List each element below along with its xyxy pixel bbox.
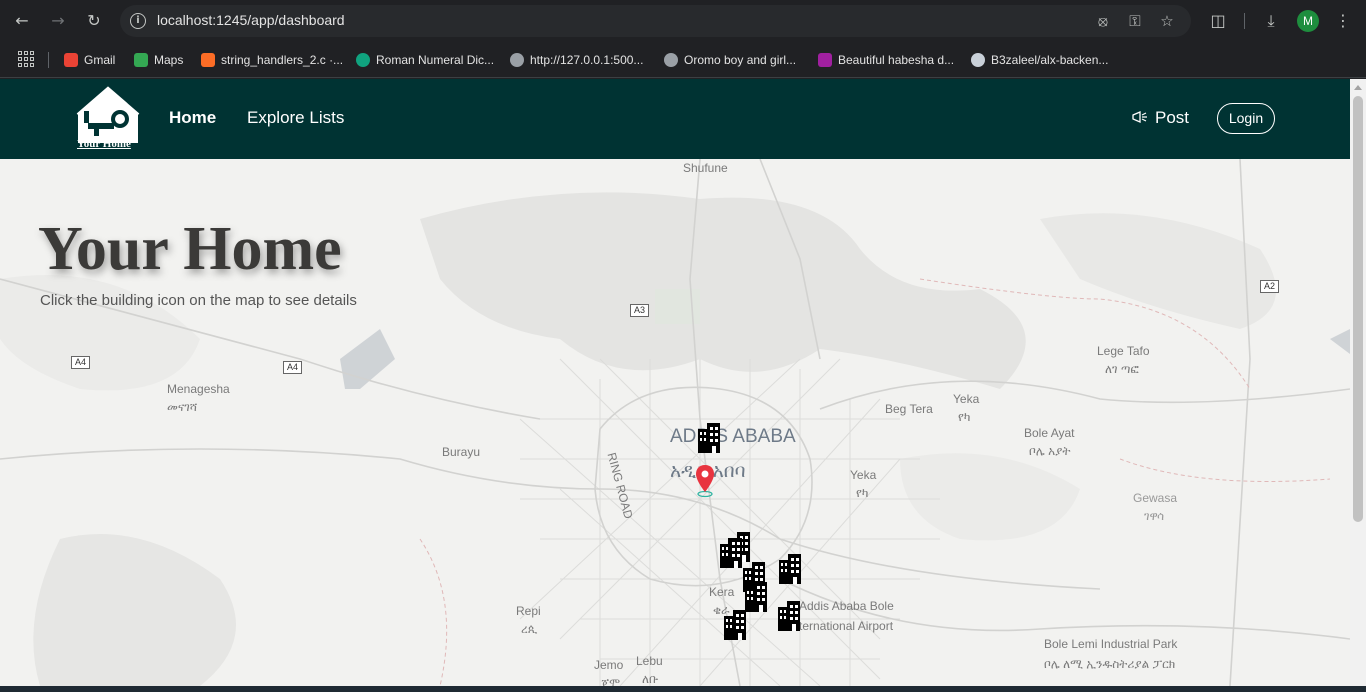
map-label: የካ (856, 486, 869, 500)
gitlab-icon (201, 53, 215, 67)
bookmark-localhost[interactable]: http://127.0.0.1:500... (510, 50, 643, 70)
map-label: Repi (516, 604, 541, 618)
map-label: Gewasa (1133, 491, 1178, 505)
map-label: መናገሻ (167, 400, 198, 414)
location-off-icon[interactable]: ⦻ (1093, 11, 1113, 31)
page-scrollbar[interactable] (1350, 79, 1366, 686)
site-navbar: Your Home Home Explore Lists Post Login (0, 79, 1350, 159)
nav-explore-lists[interactable]: Explore Lists (247, 108, 344, 128)
bookmarks-divider (48, 52, 49, 68)
gmail-icon (64, 53, 78, 67)
hero-title: Your Home (38, 215, 342, 283)
download-icon[interactable]: ⤓ (1260, 10, 1282, 32)
map-label: ለቡ (642, 672, 659, 686)
bookmark-label: B3zaleel/alx-backen... (991, 53, 1109, 67)
os-taskbar-edge (0, 686, 1366, 692)
page-viewport: Your Home Home Explore Lists Post Login (0, 79, 1350, 686)
maps-icon (134, 53, 148, 67)
bookmark-label: Maps (154, 53, 184, 67)
bookmark-label: Gmail (84, 53, 116, 67)
key-icon[interactable]: ⚿ (1125, 11, 1145, 31)
bookmark-gitlab[interactable]: string_handlers_2.c ·... (201, 50, 343, 70)
toolbar-divider (1244, 13, 1245, 29)
browser-toolbar: ← → ↻ i localhost:1245/app/dashboard ⦻ ⚿… (0, 0, 1366, 42)
road-shield-a4: A4 (71, 356, 91, 369)
post-label: Post (1155, 108, 1190, 127)
road-shield-a2: A2 (1260, 280, 1280, 293)
map-label: Burayu (442, 445, 481, 459)
post-megaphone-icon (1132, 111, 1147, 123)
road-shield-a4: A4 (283, 361, 303, 374)
building-icon[interactable] (722, 608, 748, 640)
forward-icon[interactable]: → (46, 9, 70, 33)
bookmark-chatgpt[interactable]: Roman Numeral Dic... (356, 50, 494, 70)
bookmark-label: Beautiful habesha d... (838, 53, 955, 67)
building-icon[interactable] (743, 580, 769, 612)
city-label: ADDIS ABABA (670, 426, 796, 447)
back-icon[interactable]: ← (10, 9, 34, 33)
map-label: Bole Lemi Industrial Park (1044, 637, 1178, 651)
map-label: ቦሌ ለሚ ኢንዱስትሪያል ፓርክ (1044, 657, 1176, 671)
map-label: Lege Tafo (1097, 344, 1150, 358)
bag-icon (818, 53, 832, 67)
hero-subtitle: Click the building icon on the map to se… (40, 292, 357, 309)
profile-avatar[interactable]: M (1297, 10, 1319, 32)
map-label: የካ (958, 410, 971, 424)
logo-text[interactable]: Your Home (77, 138, 131, 150)
star-icon[interactable]: ☆ (1157, 11, 1177, 31)
post-link[interactable]: Post (1131, 108, 1189, 128)
road-shield-a3: A3 (630, 304, 650, 317)
building-icon[interactable] (777, 552, 803, 584)
url-text[interactable]: localhost:1245/app/dashboard (157, 12, 345, 28)
bookmark-habesha[interactable]: Beautiful habesha d... (818, 50, 954, 70)
map-label: ለገ ጣፎ (1105, 362, 1139, 376)
bookmark-gmail[interactable]: Gmail (64, 50, 115, 70)
map-label: ረጲ (521, 622, 538, 636)
scroll-thumb[interactable] (1353, 96, 1363, 522)
apps-grid-icon[interactable] (18, 51, 34, 67)
address-bar[interactable]: i localhost:1245/app/dashboard ⦻ ⚿ ☆ (120, 5, 1191, 37)
building-icon[interactable] (696, 421, 722, 453)
github-icon (971, 53, 985, 67)
map-label: ቦሌ አያት (1029, 444, 1071, 458)
extensions-icon[interactable]: ◫ (1207, 10, 1229, 32)
map-label: ጀሞ (601, 676, 621, 686)
globe-icon (664, 53, 678, 67)
bookmark-maps[interactable]: Maps (134, 50, 183, 70)
chatgpt-icon (356, 53, 370, 67)
bookmark-oromo[interactable]: Oromo boy and girl... (664, 50, 796, 70)
bookmark-label: Oromo boy and girl... (684, 53, 797, 67)
bookmark-label: string_handlers_2.c ·... (221, 53, 344, 67)
map-label: Jemo (594, 658, 624, 672)
bookmark-label: Roman Numeral Dic... (376, 53, 495, 67)
map-label: Yeka (953, 392, 980, 406)
map-label: Menagesha (167, 382, 230, 396)
globe-icon (510, 53, 524, 67)
login-button[interactable]: Login (1217, 103, 1275, 134)
menu-kebab-icon[interactable]: ⋮ (1332, 10, 1354, 32)
map-label: ገዋሳ (1144, 509, 1165, 523)
bookmarks-bar: Gmail Maps string_handlers_2.c ·... Roma… (0, 42, 1366, 78)
map-label: Yeka (850, 468, 877, 482)
map-label: International Airport (789, 619, 894, 633)
bookmark-label: http://127.0.0.1:500... (530, 53, 644, 67)
map-label: Shufune (683, 161, 728, 175)
bookmark-github[interactable]: B3zaleel/alx-backen... (971, 50, 1108, 70)
site-info-icon[interactable]: i (130, 13, 146, 29)
nav-home[interactable]: Home (169, 108, 216, 128)
map-label: Beg Tera (885, 402, 933, 416)
scroll-up-icon[interactable] (1354, 85, 1362, 90)
map-label: Kera (709, 585, 735, 599)
reload-icon[interactable]: ↻ (82, 9, 106, 33)
map-label: Bole Ayat (1024, 426, 1075, 440)
map-label: Addis Ababa Bole (799, 599, 894, 613)
location-pin-icon[interactable] (695, 464, 715, 498)
building-icon[interactable] (776, 599, 802, 631)
map-label: Lebu (636, 654, 663, 668)
map-view[interactable]: A3 A4 A4 A2 Shufune Menagesha መናገሻ Buray… (0, 159, 1350, 686)
